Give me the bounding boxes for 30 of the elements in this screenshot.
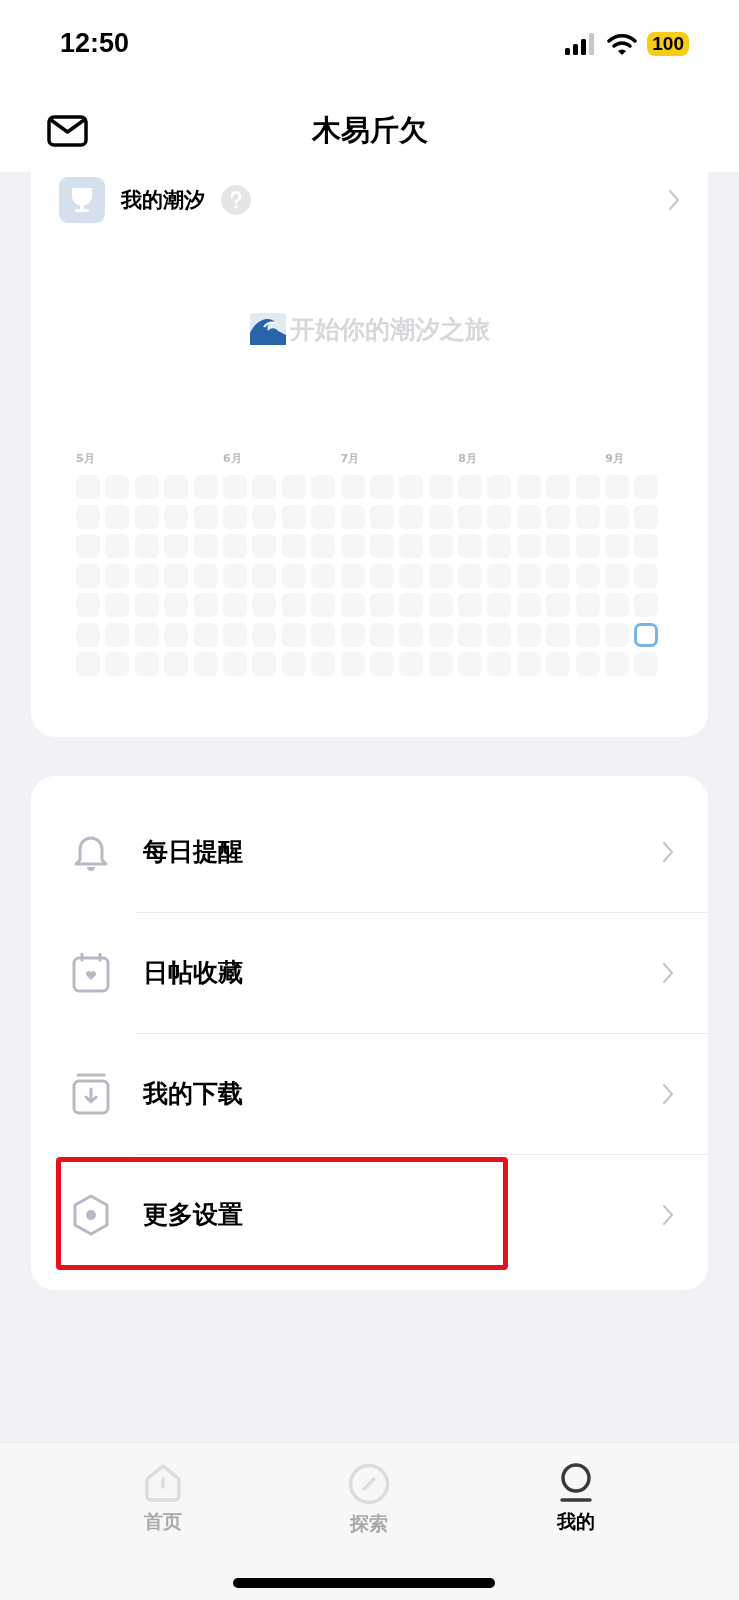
- month-label: 6月: [223, 451, 242, 466]
- trophy-icon: [59, 177, 105, 223]
- month-label: 8月: [458, 451, 477, 466]
- menu-item[interactable]: 更多设置: [31, 1154, 708, 1275]
- calendar-heart-icon: [72, 952, 110, 993]
- battery-level: 100: [647, 31, 689, 56]
- month-label: 5月: [76, 451, 95, 466]
- status-time: 12:50: [60, 28, 131, 59]
- menu-item[interactable]: 日帖收藏: [31, 912, 708, 1033]
- tab[interactable]: 我的: [472, 1463, 679, 1537]
- chevron-right-icon: [662, 1082, 674, 1105]
- settings-icon: [71, 1193, 111, 1236]
- month-label: 7月: [340, 451, 360, 466]
- profile-icon[interactable]: [558, 1463, 593, 1503]
- mail-icon[interactable]: [47, 115, 88, 147]
- chevron-right-icon: [668, 189, 680, 211]
- wifi-icon: [607, 32, 638, 55]
- section-title: 我的潮汐: [121, 187, 205, 214]
- home-icon[interactable]: [143, 1463, 184, 1503]
- chevron-right-icon: [662, 961, 674, 984]
- chevron-right-icon: [662, 1203, 674, 1226]
- chevron-right-icon: [662, 840, 674, 863]
- page-title: 木易斤欠: [311, 111, 428, 149]
- download-icon: [72, 1072, 110, 1115]
- wave-icon: [249, 313, 286, 345]
- compass-icon[interactable]: [348, 1463, 391, 1505]
- menu-item[interactable]: 我的下载: [31, 1033, 708, 1154]
- month-label: 9月: [605, 451, 624, 466]
- menu-item[interactable]: 每日提醒: [31, 791, 708, 912]
- help-icon[interactable]: [221, 185, 251, 215]
